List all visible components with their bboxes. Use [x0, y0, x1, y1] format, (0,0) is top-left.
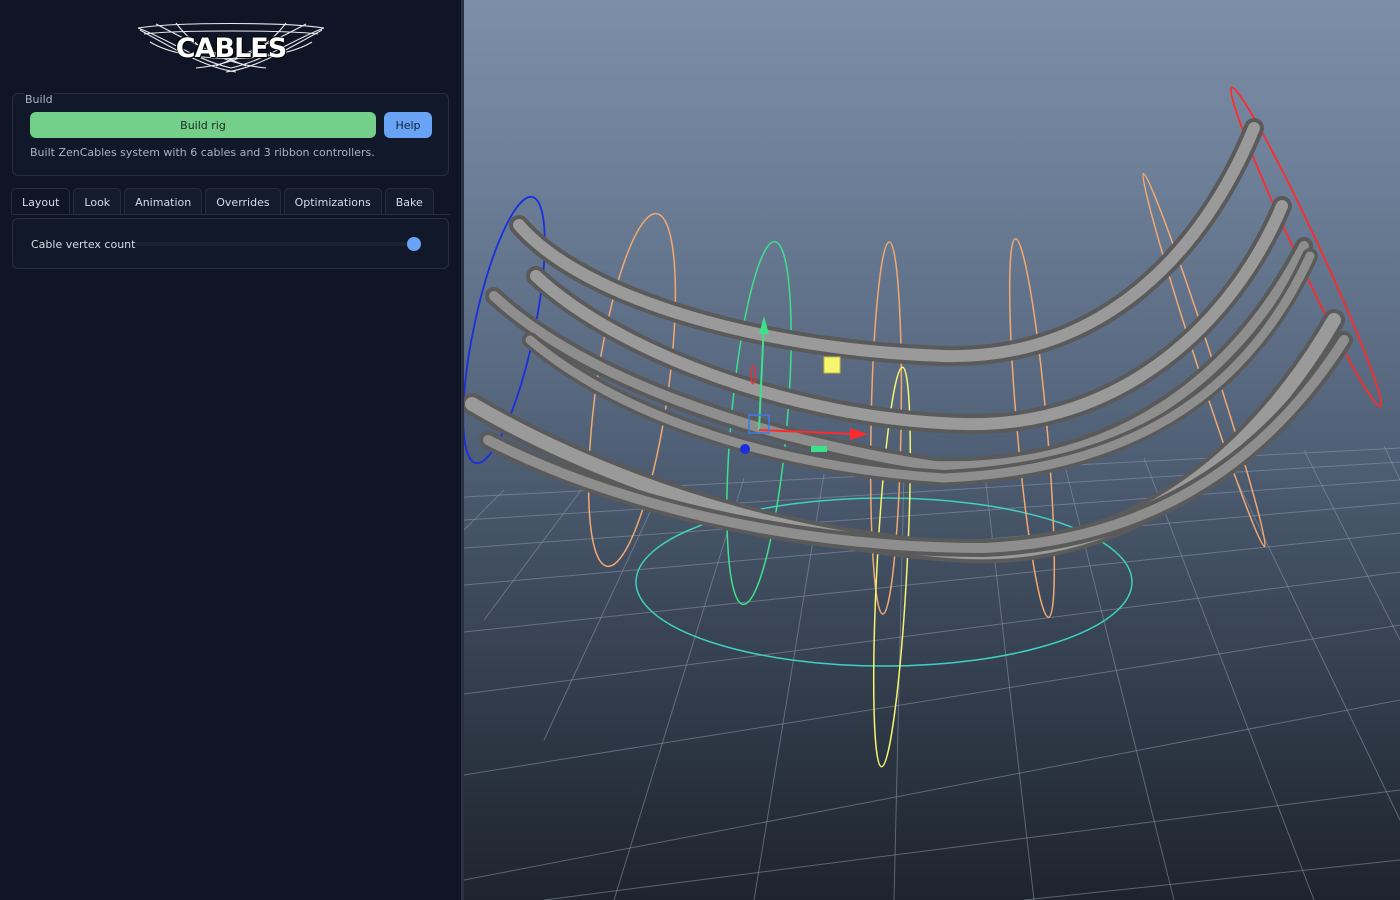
cables[interactable]: [464, 118, 1353, 564]
layout-tab-content: Cable vertex count: [12, 218, 449, 269]
tab-bar: Layout Look Animation Overrides Optimiza…: [11, 188, 437, 215]
side-panel: CABLES Build Build rig Help Built ZenCab…: [0, 0, 461, 900]
vertex-count-label: Cable vertex count: [31, 238, 136, 251]
cable-1[interactable]: [509, 118, 1264, 367]
tab-bake[interactable]: Bake: [384, 188, 434, 215]
build-group: Build Build rig Help Built ZenCables sys…: [12, 93, 449, 176]
build-rig-button[interactable]: Build rig: [30, 112, 376, 138]
3d-viewport[interactable]: [464, 0, 1400, 900]
vertex-count-slider-track[interactable]: [135, 242, 415, 246]
ground-grid: [464, 445, 1400, 900]
logo-text: CABLES: [175, 32, 287, 64]
tab-optimizations[interactable]: Optimizations: [283, 188, 382, 215]
help-button[interactable]: Help: [384, 112, 432, 138]
cables-logo: CABLES: [136, 20, 326, 76]
tab-divider: [11, 214, 450, 215]
tab-animation[interactable]: Animation: [124, 188, 203, 215]
cable-ribbon-2[interactable]: [522, 248, 1318, 487]
build-status-text: Built ZenCables system with 6 cables and…: [30, 146, 375, 159]
tab-overrides[interactable]: Overrides: [205, 188, 281, 215]
viewport-scene: [464, 86, 1400, 900]
tab-look[interactable]: Look: [73, 188, 122, 215]
vertex-count-slider-handle[interactable]: [407, 237, 421, 251]
tab-layout[interactable]: Layout: [11, 188, 71, 215]
build-group-title: Build: [24, 93, 54, 106]
